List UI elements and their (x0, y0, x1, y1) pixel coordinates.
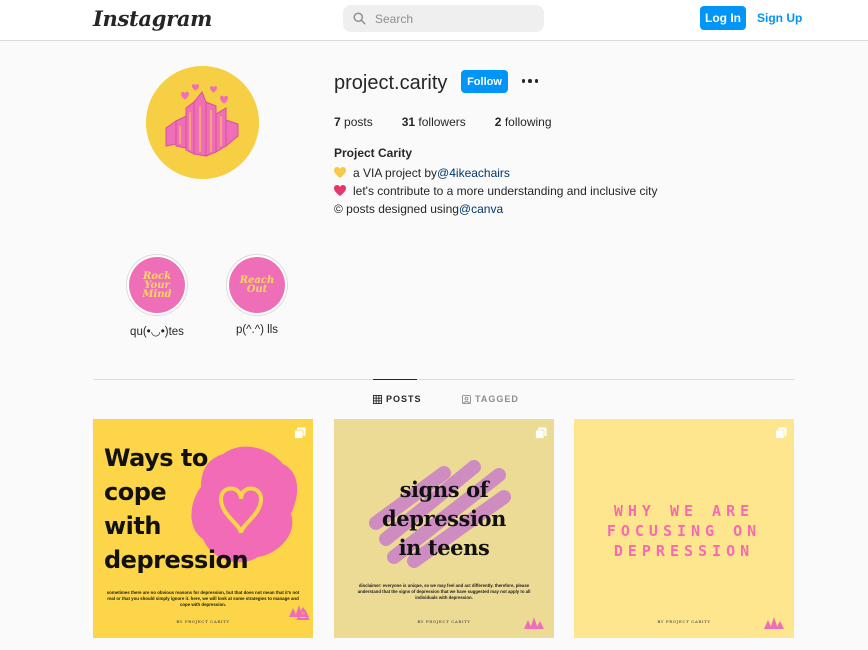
top-nav: Instagram Search Log In Sign Up (0, 0, 868, 41)
tab-posts[interactable]: POSTS (373, 394, 422, 404)
carousel-icon (535, 427, 547, 439)
search-icon (353, 12, 366, 25)
highlight-pills[interactable]: Reach Out p(^.^) lls (226, 254, 288, 336)
stat-posts: 7 posts (334, 115, 373, 129)
highlight-cover-art: Reach Out (229, 257, 285, 313)
search-placeholder: Search (375, 11, 414, 26)
tag-icon (462, 394, 471, 404)
highlight-cover-art: Rock Your Mind (129, 257, 185, 313)
tabs-divider (93, 379, 795, 380)
profile-bio: a VIA project by @4ikeachairs let's cont… (334, 164, 657, 218)
bio-mention-link[interactable]: @4ikeachairs (437, 164, 510, 182)
post-tile[interactable]: signs of depression in teens disclaimer:… (334, 419, 554, 638)
profile-full-name: Project Carity (334, 146, 413, 160)
post-tile[interactable]: WHY WE ARE FOCUSING ON DEPRESSION BY PRO… (574, 419, 794, 638)
follow-button[interactable]: Follow (461, 70, 508, 93)
post-credit: BY PROJECT CARITY (657, 619, 711, 624)
post-title: WHY WE ARE FOCUSING ON DEPRESSION (606, 502, 762, 560)
pink-heart-icon (334, 185, 346, 196)
instagram-logo[interactable]: Instagram (93, 6, 212, 31)
profile-stats: 7 posts 31 followers 2 following (334, 115, 581, 129)
carousel-icon (294, 427, 306, 439)
bio-line-2: let's contribute to a more understanding… (334, 182, 657, 200)
tab-tagged[interactable]: TAGGED (462, 394, 519, 404)
highlight-quotes[interactable]: Rock Your Mind qu(•◡•)tes (126, 254, 188, 338)
highlight-label: qu(•◡•)tes (130, 326, 184, 338)
post-credit: BY PROJECT CARITY (176, 619, 230, 624)
signup-link[interactable]: Sign Up (757, 11, 802, 25)
more-options-icon[interactable] (519, 74, 541, 88)
stat-followers[interactable]: 31 followers (402, 115, 466, 129)
highlight-cover: Reach Out (226, 254, 288, 316)
post-title: Ways to cope with depression (104, 444, 249, 574)
bio-line-3: © posts designed using @canva (334, 200, 504, 218)
profile-username: project.carity (334, 72, 448, 94)
carousel-icon (775, 427, 787, 439)
post-credit: BY PROJECT CARITY (417, 619, 471, 624)
yellow-heart-icon (334, 167, 346, 178)
bio-line-1: a VIA project by @4ikeachairs (334, 164, 657, 182)
highlight-cover: Rock Your Mind (126, 254, 188, 316)
post-tile[interactable]: Ways to cope with depression sometimes t… (93, 419, 313, 638)
post-title: signs of depression in teens (381, 477, 507, 560)
stat-following[interactable]: 2 following (495, 115, 552, 129)
profile-avatar[interactable] (146, 66, 259, 179)
search-input[interactable]: Search (343, 5, 544, 32)
active-tab-indicator (373, 379, 417, 380)
post-description: disclaimer: everyone is unique, so we ma… (357, 583, 531, 600)
highlight-label: p(^.^) lls (235, 324, 279, 336)
post-description: sometimes there are no obvious reasons f… (106, 590, 300, 608)
city-logo-image (146, 66, 259, 179)
grid-icon (373, 394, 382, 404)
login-button[interactable]: Log In (700, 6, 746, 30)
bio-canva-link[interactable]: @canva (459, 200, 503, 218)
